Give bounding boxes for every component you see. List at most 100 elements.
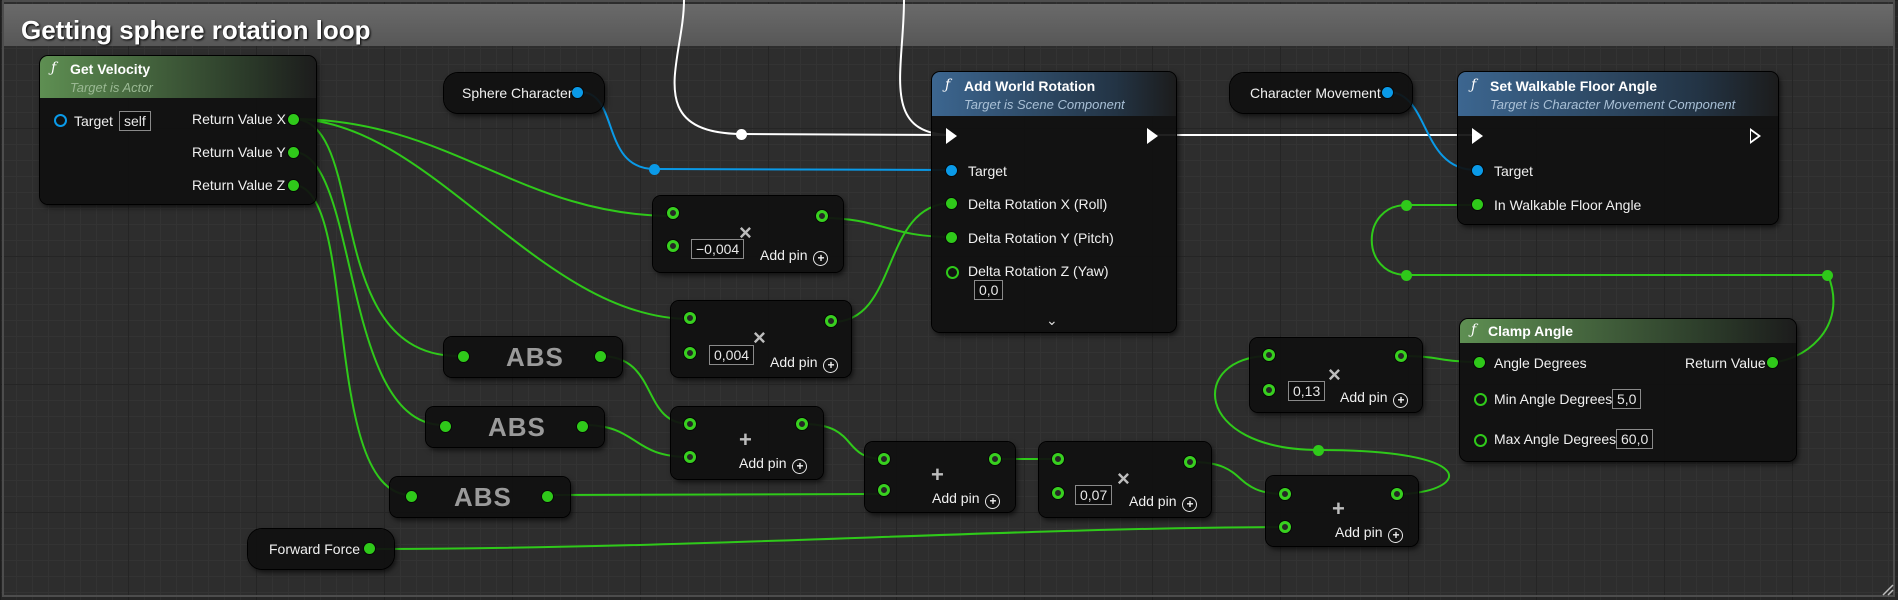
comment-header[interactable]: Getting sphere rotation loop bbox=[4, 4, 1893, 46]
object-reroute-node[interactable] bbox=[649, 164, 660, 175]
input-pin-a[interactable] bbox=[1052, 453, 1064, 465]
exec-output-pin[interactable] bbox=[1147, 128, 1158, 144]
abs-node[interactable]: ABS bbox=[444, 337, 622, 377]
multiply-node[interactable]: 0,13 × Add pin + bbox=[1250, 338, 1422, 412]
add-pin-button[interactable]: Add pin + bbox=[1340, 389, 1409, 408]
angle-degrees-pin[interactable] bbox=[1474, 357, 1485, 368]
abs-label: ABS bbox=[488, 412, 546, 442]
variable-label: Sphere Character bbox=[462, 85, 573, 101]
max-angle-field[interactable]: 60,0 bbox=[1616, 429, 1654, 449]
add-pin-button[interactable]: Add pin + bbox=[932, 490, 1001, 509]
input-pin-b[interactable] bbox=[878, 484, 890, 496]
abs-input-pin[interactable] bbox=[440, 421, 451, 432]
max-angle-pin[interactable] bbox=[1474, 434, 1487, 447]
abs-input-pin[interactable] bbox=[458, 351, 469, 362]
input-pin-a[interactable] bbox=[878, 453, 890, 465]
abs-label: ABS bbox=[506, 342, 564, 372]
abs-node[interactable]: ABS bbox=[390, 477, 570, 517]
abs-input-pin[interactable] bbox=[406, 491, 417, 502]
abs-output-pin[interactable] bbox=[577, 421, 588, 432]
output-pin[interactable] bbox=[989, 453, 1001, 465]
abs-label: ABS bbox=[454, 482, 512, 512]
character-movement-variable[interactable]: Character Movement bbox=[1230, 73, 1412, 113]
output-pin[interactable] bbox=[796, 418, 808, 430]
walkable-angle-pin[interactable] bbox=[1472, 199, 1483, 210]
add-pin-label: Add pin bbox=[739, 455, 787, 471]
add-pin-button[interactable]: Add pin + bbox=[770, 354, 839, 373]
yaw-value-field[interactable]: 0,0 bbox=[974, 280, 1004, 300]
multiplier-value-field[interactable]: 0,13 bbox=[1288, 381, 1326, 401]
resize-grip-icon[interactable] bbox=[1880, 582, 1894, 596]
input-pin-b[interactable] bbox=[667, 240, 679, 252]
yaw-pin[interactable] bbox=[946, 266, 959, 279]
exec-output-pin[interactable] bbox=[1750, 128, 1761, 144]
multiplier-value-field[interactable]: 0,004 bbox=[709, 345, 755, 365]
float-reroute-node[interactable] bbox=[1313, 445, 1324, 456]
add-node[interactable]: + Add pin + bbox=[671, 407, 823, 479]
add-pin-button[interactable]: Add pin + bbox=[760, 247, 829, 266]
input-pin-b[interactable] bbox=[684, 451, 696, 463]
clamp-angle-node[interactable]: ƒ Clamp Angle Angle Degrees Return Value… bbox=[1460, 319, 1796, 461]
add-pin-button[interactable]: Add pin + bbox=[1129, 493, 1198, 512]
sphere-character-variable[interactable]: Sphere Character bbox=[444, 73, 604, 113]
input-pin-b[interactable] bbox=[1052, 487, 1064, 499]
abs-node[interactable]: ABS bbox=[426, 407, 604, 447]
sphere-character-out-pin[interactable] bbox=[572, 87, 583, 98]
float-reroute-node[interactable] bbox=[1401, 270, 1412, 281]
target-pin[interactable] bbox=[1472, 165, 1483, 176]
input-pin-a[interactable] bbox=[1279, 488, 1291, 500]
output-pin[interactable] bbox=[825, 315, 837, 327]
roll-pin[interactable] bbox=[946, 198, 957, 209]
output-pin[interactable] bbox=[1395, 350, 1407, 362]
variable-label: Character Movement bbox=[1250, 85, 1381, 101]
add-node[interactable]: + Add pin + bbox=[1266, 476, 1418, 546]
output-pin[interactable] bbox=[1184, 456, 1196, 468]
get-velocity-node[interactable]: ƒ Get Velocity Target is Actor Target se… bbox=[40, 56, 316, 204]
multiply-node[interactable]: −0,004 × Add pin + bbox=[653, 196, 843, 272]
target-self-field[interactable]: self bbox=[119, 111, 151, 131]
min-angle-field[interactable]: 5,0 bbox=[1612, 389, 1642, 409]
min-angle-pin[interactable] bbox=[1474, 393, 1487, 406]
exec-reroute-node[interactable] bbox=[736, 129, 747, 140]
input-pin-a[interactable] bbox=[684, 418, 696, 430]
exec-input-pin[interactable] bbox=[946, 128, 957, 144]
input-pin-b[interactable] bbox=[684, 347, 696, 359]
function-icon: ƒ bbox=[945, 77, 951, 93]
forward-force-out-pin[interactable] bbox=[364, 543, 375, 554]
abs-output-pin[interactable] bbox=[595, 351, 606, 362]
output-pin[interactable] bbox=[816, 210, 828, 222]
input-pin-a[interactable] bbox=[667, 207, 679, 219]
return-x-pin[interactable] bbox=[288, 114, 299, 125]
target-pin[interactable] bbox=[946, 165, 957, 176]
input-pin-b[interactable] bbox=[1263, 384, 1275, 396]
character-movement-out-pin[interactable] bbox=[1382, 87, 1393, 98]
return-y-pin[interactable] bbox=[288, 147, 299, 158]
multiply-symbol: × bbox=[753, 325, 766, 350]
output-pin[interactable] bbox=[1391, 488, 1403, 500]
input-pin-a[interactable] bbox=[1263, 349, 1275, 361]
add-pin-label: Add pin bbox=[1340, 389, 1388, 405]
return-z-pin[interactable] bbox=[288, 180, 299, 191]
add-pin-button[interactable]: Add pin + bbox=[1335, 524, 1404, 543]
plus-circle-icon: + bbox=[985, 494, 1001, 509]
multiplier-value-field[interactable]: −0,004 bbox=[691, 239, 745, 259]
exec-input-pin[interactable] bbox=[1472, 128, 1483, 144]
input-pin-a[interactable] bbox=[684, 312, 696, 324]
float-reroute-node[interactable] bbox=[1822, 270, 1833, 281]
input-pin-b[interactable] bbox=[1279, 521, 1291, 533]
comment-title[interactable]: Getting sphere rotation loop bbox=[21, 15, 371, 46]
abs-output-pin[interactable] bbox=[542, 491, 553, 502]
pitch-pin[interactable] bbox=[946, 232, 957, 243]
target-input-pin[interactable] bbox=[54, 114, 67, 127]
add-pin-button[interactable]: Add pin + bbox=[739, 455, 808, 474]
float-reroute-node[interactable] bbox=[1401, 200, 1412, 211]
multiplier-value-field[interactable]: 0,07 bbox=[1075, 485, 1113, 505]
add-world-rotation-node[interactable]: ƒ Add World Rotation Target is Scene Com… bbox=[932, 72, 1176, 332]
add-node[interactable]: + Add pin + bbox=[865, 442, 1015, 512]
chevron-down-icon[interactable]: ⌄ bbox=[1046, 312, 1058, 329]
return-value-pin[interactable] bbox=[1767, 357, 1778, 368]
set-walkable-floor-angle-node[interactable]: ƒ Set Walkable Floor Angle Target is Cha… bbox=[1458, 72, 1778, 224]
multiply-node[interactable]: 0,004 × Add pin + bbox=[671, 301, 851, 377]
multiply-node[interactable]: 0,07 × Add pin + bbox=[1039, 442, 1211, 517]
forward-force-variable[interactable]: Forward Force bbox=[248, 529, 394, 569]
